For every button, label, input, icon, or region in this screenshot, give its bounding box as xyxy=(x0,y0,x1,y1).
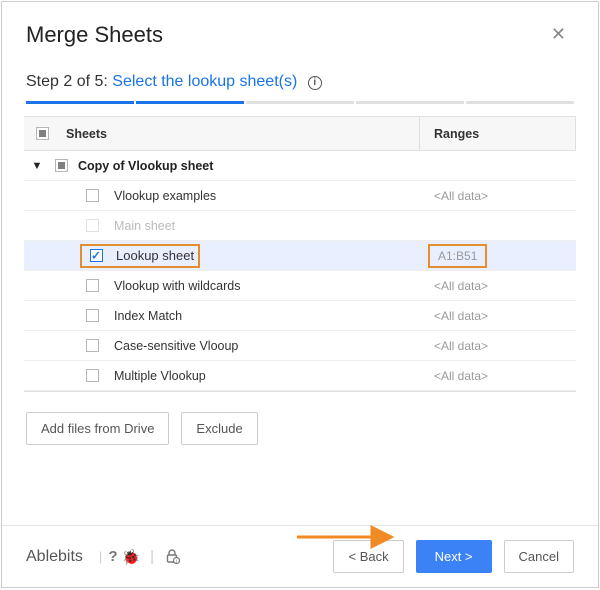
range-value[interactable]: <All data> xyxy=(420,301,576,330)
sheet-name: Lookup sheet xyxy=(106,248,194,263)
sheet-name: Main sheet xyxy=(104,211,420,240)
header-checkbox-cell[interactable] xyxy=(24,127,60,140)
select-all-checkbox[interactable] xyxy=(36,127,49,140)
row-checkbox-cell[interactable] xyxy=(86,246,106,266)
range-value xyxy=(420,211,576,240)
step-indicator: Step 2 of 5: Select the lookup sheet(s) … xyxy=(2,53,598,97)
row-checkbox-cell[interactable] xyxy=(80,361,104,390)
group-name: Copy of Vlookup sheet xyxy=(72,159,213,173)
back-button[interactable]: < Back xyxy=(333,540,403,573)
row-checkbox-cell[interactable] xyxy=(80,181,104,210)
range-value[interactable]: <All data> xyxy=(420,361,576,390)
cancel-button[interactable]: Cancel xyxy=(504,540,574,573)
sheet-name: Vlookup examples xyxy=(104,181,420,210)
range-value[interactable]: <All data> xyxy=(420,331,576,360)
highlight-box-right[interactable]: A1:B51 xyxy=(428,244,487,268)
row-checkbox[interactable] xyxy=(86,279,99,292)
row-checkbox-cell[interactable] xyxy=(80,331,104,360)
sheet-name: Index Match xyxy=(104,301,420,330)
group-checkbox-cell[interactable] xyxy=(50,159,72,172)
row-checkbox-cell[interactable] xyxy=(80,301,104,330)
next-button[interactable]: Next > xyxy=(416,540,492,573)
group-collapse-icon[interactable]: ▼ xyxy=(24,160,50,172)
row-checkbox[interactable] xyxy=(86,369,99,382)
lock-info-icon[interactable]: i xyxy=(164,548,180,566)
step-title-link[interactable]: Select the lookup sheet(s) xyxy=(112,73,297,90)
highlight-box-left: Lookup sheet xyxy=(80,244,200,268)
row-checkbox[interactable] xyxy=(90,249,103,262)
row-checkbox[interactable] xyxy=(86,189,99,202)
footer-icons: ? 🐞 | i xyxy=(108,548,180,566)
sheets-table: Sheets Ranges ▼ Copy of Vlookup sheet Vl… xyxy=(24,116,576,392)
progress-seg-4 xyxy=(356,101,464,104)
step-prefix: Step 2 of 5: xyxy=(26,73,108,90)
add-files-button[interactable]: Add files from Drive xyxy=(26,412,169,445)
spreadsheet-group-row[interactable]: ▼ Copy of Vlookup sheet xyxy=(24,151,576,181)
footer-divider: | xyxy=(99,549,102,564)
row-checkbox xyxy=(86,219,99,232)
header-sheets-label: Sheets xyxy=(60,117,420,150)
table-row[interactable]: Index Match<All data> xyxy=(24,301,576,331)
svg-text:i: i xyxy=(176,559,177,564)
exclude-button[interactable]: Exclude xyxy=(181,412,257,445)
table-body: Vlookup examples<All data>Main sheetLook… xyxy=(24,181,576,391)
group-checkbox[interactable] xyxy=(55,159,68,172)
dialog-header: Merge Sheets ✕ xyxy=(2,2,598,53)
footer-divider-2: | xyxy=(150,548,154,566)
row-checkbox[interactable] xyxy=(86,309,99,322)
table-row[interactable]: Main sheet xyxy=(24,211,576,241)
brand-label: Ablebits xyxy=(26,548,83,566)
header-ranges-label: Ranges xyxy=(420,117,576,150)
row-checkbox[interactable] xyxy=(86,339,99,352)
secondary-actions: Add files from Drive Exclude xyxy=(2,392,598,445)
dialog-footer: Ablebits | ? 🐞 | i < Back Next > Cancel xyxy=(2,525,598,587)
range-cell: A1:B51 xyxy=(420,241,576,270)
close-icon[interactable]: ✕ xyxy=(543,20,574,49)
progress-seg-3 xyxy=(246,101,354,104)
row-checkbox-cell[interactable] xyxy=(80,271,104,300)
table-row[interactable]: Case-sensitive Vlooup<All data> xyxy=(24,331,576,361)
progress-seg-5 xyxy=(466,101,574,104)
info-icon[interactable]: i xyxy=(308,76,322,90)
wizard-nav: < Back Next > Cancel xyxy=(333,540,574,573)
sheet-name: Vlookup with wildcards xyxy=(104,271,420,300)
range-value[interactable]: <All data> xyxy=(420,271,576,300)
help-icon[interactable]: ? xyxy=(108,548,117,566)
merge-sheets-dialog: Merge Sheets ✕ Step 2 of 5: Select the l… xyxy=(1,1,599,588)
row-checkbox-cell xyxy=(80,211,104,240)
progress-seg-1 xyxy=(26,101,134,104)
table-row[interactable]: Vlookup examples<All data> xyxy=(24,181,576,211)
sheet-name: Case-sensitive Vlooup xyxy=(104,331,420,360)
dialog-title: Merge Sheets xyxy=(26,22,543,48)
sheet-name: Multiple Vlookup xyxy=(104,361,420,390)
table-row[interactable]: Lookup sheet A1:B51 xyxy=(24,241,576,271)
table-header-row: Sheets Ranges xyxy=(24,117,576,151)
table-row[interactable]: Vlookup with wildcards<All data> xyxy=(24,271,576,301)
progress-bar xyxy=(2,97,598,104)
bug-icon[interactable]: 🐞 xyxy=(121,548,140,566)
progress-seg-2 xyxy=(136,101,244,104)
range-value[interactable]: <All data> xyxy=(420,181,576,210)
table-row[interactable]: Multiple Vlookup<All data> xyxy=(24,361,576,391)
